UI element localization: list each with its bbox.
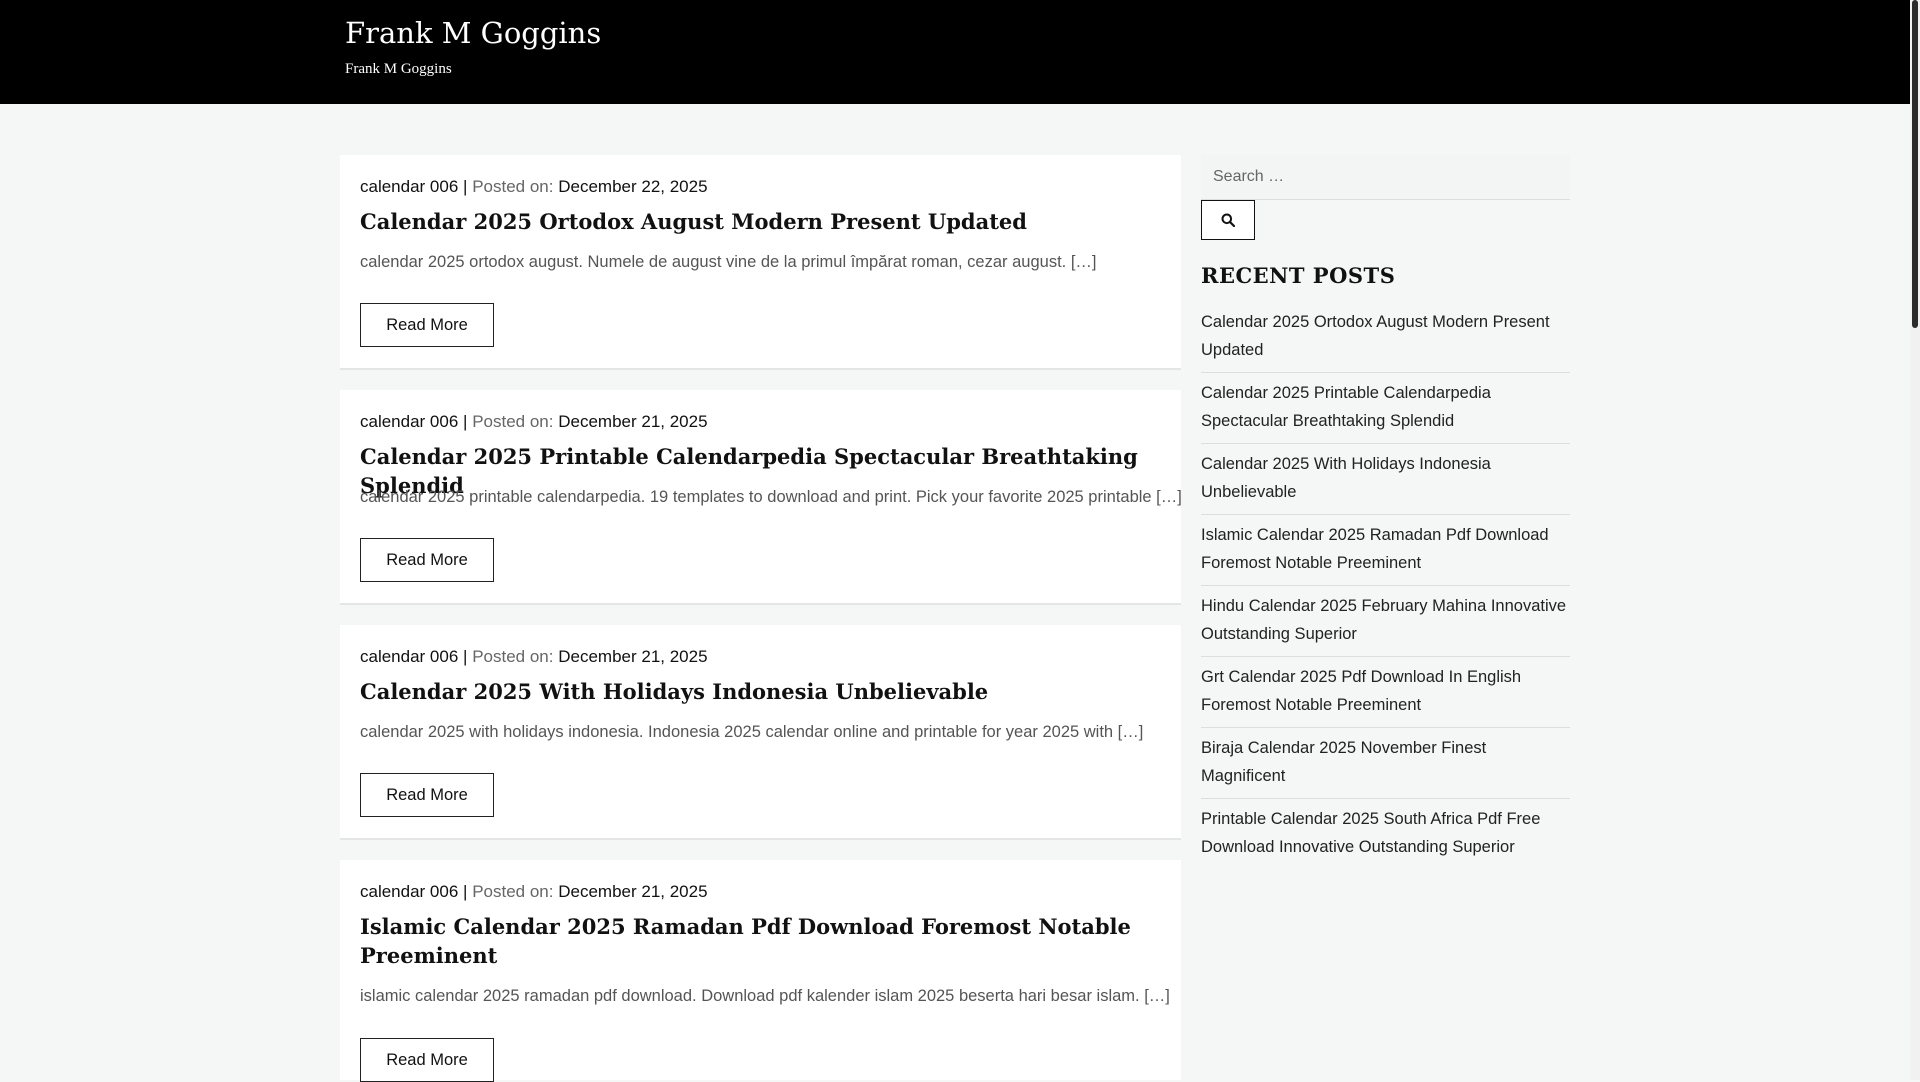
posted-on-label: Posted on: bbox=[472, 647, 554, 666]
post-card: calendar 006 | Posted on: December 21, 2… bbox=[340, 625, 1181, 840]
read-more-button[interactable]: Read More bbox=[360, 773, 494, 817]
posted-on-label: Posted on: bbox=[472, 412, 554, 431]
list-item: Calendar 2025 Printable Calendarpedia Sp… bbox=[1201, 373, 1570, 444]
recent-post-link[interactable]: Calendar 2025 Printable Calendarpedia Sp… bbox=[1201, 384, 1491, 430]
list-item: Grt Calendar 2025 Pdf Download In Englis… bbox=[1201, 657, 1570, 728]
recent-post-link[interactable]: Calendar 2025 Ortodox August Modern Pres… bbox=[1201, 313, 1550, 359]
recent-posts-list: Calendar 2025 Ortodox August Modern Pres… bbox=[1201, 302, 1570, 869]
search-input[interactable] bbox=[1201, 155, 1570, 200]
search-button[interactable] bbox=[1201, 200, 1255, 240]
post-card: calendar 006 | Posted on: December 22, 2… bbox=[340, 155, 1181, 370]
post-category[interactable]: calendar 006 bbox=[360, 882, 458, 901]
post-date[interactable]: December 21, 2025 bbox=[558, 412, 707, 431]
post-category[interactable]: calendar 006 bbox=[360, 647, 458, 666]
meta-separator: | bbox=[463, 647, 468, 666]
meta-separator: | bbox=[463, 177, 468, 196]
recent-post-link[interactable]: Grt Calendar 2025 Pdf Download In Englis… bbox=[1201, 668, 1521, 714]
post-meta: calendar 006 | Posted on: December 21, 2… bbox=[360, 647, 708, 667]
recent-posts-heading: RECENT POSTS bbox=[1201, 263, 1396, 288]
meta-separator: | bbox=[463, 412, 468, 431]
list-item: Calendar 2025 With Holidays Indonesia Un… bbox=[1201, 444, 1570, 515]
post-meta: calendar 006 | Posted on: December 21, 2… bbox=[360, 412, 708, 432]
posted-on-label: Posted on: bbox=[472, 177, 554, 196]
post-title[interactable]: Islamic Calendar 2025 Ramadan Pdf Downlo… bbox=[360, 912, 1160, 970]
search-icon bbox=[1221, 213, 1235, 227]
list-item: Biraja Calendar 2025 November Finest Mag… bbox=[1201, 728, 1570, 799]
post-title[interactable]: Calendar 2025 With Holidays Indonesia Un… bbox=[360, 677, 1160, 706]
scrollbar-thumb[interactable] bbox=[1912, 0, 1918, 328]
post-excerpt: calendar 2025 printable calendarpedia. 1… bbox=[360, 488, 1182, 506]
post-title[interactable]: Calendar 2025 Ortodox August Modern Pres… bbox=[360, 207, 1160, 236]
post-card: calendar 006 | Posted on: December 21, 2… bbox=[340, 860, 1181, 1082]
recent-post-link[interactable]: Printable Calendar 2025 South Africa Pdf… bbox=[1201, 810, 1540, 856]
posted-on-label: Posted on: bbox=[472, 882, 554, 901]
post-card: calendar 006 | Posted on: December 21, 2… bbox=[340, 390, 1182, 605]
post-date[interactable]: December 21, 2025 bbox=[558, 882, 707, 901]
list-item: Islamic Calendar 2025 Ramadan Pdf Downlo… bbox=[1201, 515, 1570, 586]
site-description: Frank M Goggins bbox=[345, 61, 452, 77]
post-category[interactable]: calendar 006 bbox=[360, 177, 458, 196]
post-meta: calendar 006 | Posted on: December 22, 2… bbox=[360, 177, 708, 197]
post-category[interactable]: calendar 006 bbox=[360, 412, 458, 431]
post-meta: calendar 006 | Posted on: December 21, 2… bbox=[360, 882, 708, 902]
list-item: Printable Calendar 2025 South Africa Pdf… bbox=[1201, 799, 1570, 869]
post-excerpt: calendar 2025 with holidays indonesia. I… bbox=[360, 723, 1144, 741]
post-excerpt: islamic calendar 2025 ramadan pdf downlo… bbox=[360, 987, 1170, 1005]
list-item: Hindu Calendar 2025 February Mahina Inno… bbox=[1201, 586, 1570, 657]
site-header: Frank M Goggins Frank M Goggins bbox=[0, 0, 1910, 104]
meta-separator: | bbox=[463, 882, 468, 901]
recent-post-link[interactable]: Biraja Calendar 2025 November Finest Mag… bbox=[1201, 739, 1486, 785]
list-item: Calendar 2025 Ortodox August Modern Pres… bbox=[1201, 302, 1570, 373]
post-excerpt: calendar 2025 ortodox august. Numele de … bbox=[360, 253, 1097, 271]
recent-post-link[interactable]: Islamic Calendar 2025 Ramadan Pdf Downlo… bbox=[1201, 526, 1549, 572]
recent-post-link[interactable]: Hindu Calendar 2025 February Mahina Inno… bbox=[1201, 597, 1566, 643]
read-more-button[interactable]: Read More bbox=[360, 538, 494, 582]
read-more-button[interactable]: Read More bbox=[360, 1038, 494, 1082]
post-date[interactable]: December 22, 2025 bbox=[558, 177, 707, 196]
site-title[interactable]: Frank M Goggins bbox=[345, 16, 601, 50]
post-date[interactable]: December 21, 2025 bbox=[558, 647, 707, 666]
read-more-button[interactable]: Read More bbox=[360, 303, 494, 347]
page-scrollbar[interactable] bbox=[1910, 0, 1920, 1080]
recent-post-link[interactable]: Calendar 2025 With Holidays Indonesia Un… bbox=[1201, 455, 1491, 501]
